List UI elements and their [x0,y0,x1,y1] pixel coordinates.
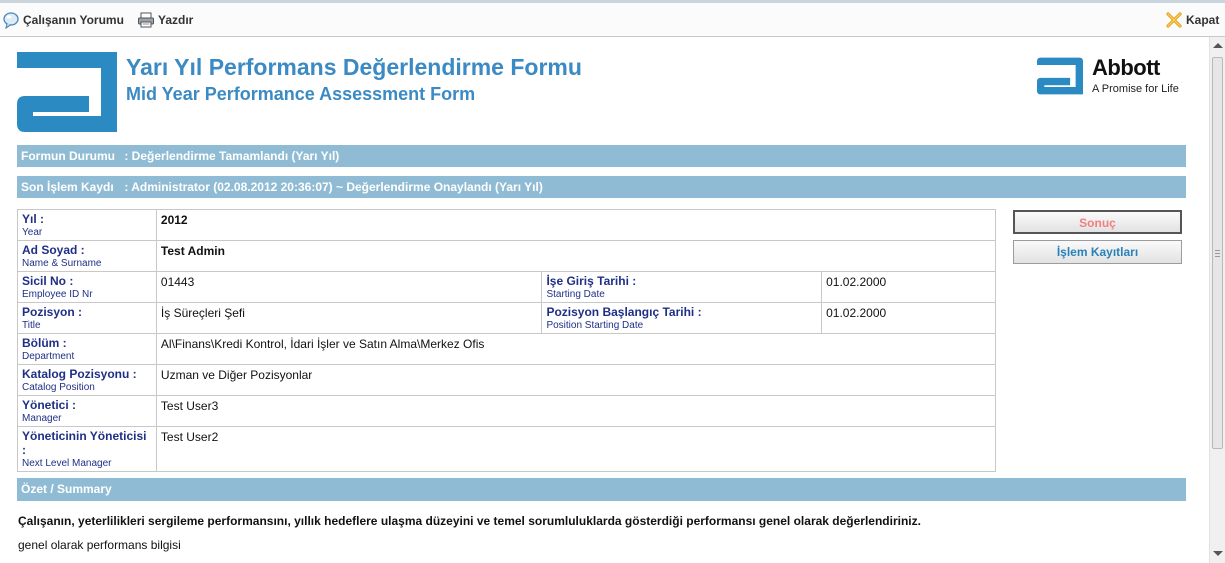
position-value-cell: İş Süreçleri Şefi [155,302,543,334]
brand-tagline: A Promise for Life [1092,83,1179,95]
catalog-position-label: Katalog Pozisyonu : [22,367,137,381]
year-value: 2012 [160,213,188,227]
department-value: Al\Finans\Kredi Kontrol, İdari İşler ve … [160,337,485,351]
scroll-down-arrow-icon[interactable] [1213,551,1223,556]
name-sublabel: Name & Surname [22,258,102,269]
summary-bar: Özet / Summary [17,478,1186,501]
employee-id-label: Sicil No : [22,274,74,288]
catalog-position-value: Uzman ve Diğer Pozisyonlar [160,368,313,382]
form-status-value: : Değerlendirme Tamamlandı (Yarı Yıl) [124,149,340,163]
form-status-label: Formun Durumu [21,149,115,163]
department-label: Bölüm : [22,336,67,350]
employee-id-sublabel: Employee ID Nr [22,289,93,300]
employee-id-value-cell: 01443 [155,271,543,303]
last-log-label: Son İşlem Kaydı [21,180,114,194]
table-row: Katalog Pozisyonu : Catalog Position Uzm… [17,364,997,396]
start-date-sublabel: Starting Date [546,289,605,300]
position-start-value: 01.02.2000 [826,306,887,320]
table-row: Yönetici : Manager Test User3 [17,395,997,427]
next-manager-value-cell: Test User2 [155,426,997,472]
name-value: Test Admin [160,244,225,258]
manager-label: Yönetici : [22,398,77,412]
manager-value-cell: Test User3 [155,395,997,427]
abbott-logo-large [17,52,117,132]
abbott-logo-small [1037,57,1083,95]
form-status-bar: Formun Durumu : Değerlendirme Tamamlandı… [17,145,1186,167]
next-manager-label: Yöneticinin Yöneticisi : [22,429,147,457]
brand-name: Abbott [1092,55,1160,80]
close-icon [1165,11,1183,29]
employee-comment-button[interactable]: Çalışanın Yorumu [2,9,124,31]
manager-sublabel: Manager [22,413,62,424]
table-row: Yıl : Year 2012 [17,209,997,241]
position-start-sublabel: Position Starting Date [546,320,644,331]
print-label: Yazdır [158,13,194,27]
name-label-cell: Ad Soyad : Name & Surname [17,240,157,272]
printer-icon [137,11,155,29]
vertical-scrollbar[interactable] [1209,37,1225,563]
position-value: İş Süreçleri Şefi [160,306,245,320]
name-value-cell: Test Admin [155,240,997,272]
page-title-tr: Yarı Yıl Performans Değerlendirme Formu [126,54,582,80]
table-row: Ad Soyad : Name & Surname Test Admin [17,240,997,272]
last-log-value: : Administrator (02.08.2012 20:36:07) ~ … [124,180,543,194]
next-manager-sublabel: Next Level Manager [22,458,112,469]
start-date-label: İşe Giriş Tarihi : [546,274,637,288]
top-toolbar: Çalışanın Yorumu Yazdır Kapat [0,0,1225,37]
summary-header: Özet / Summary [21,482,112,496]
manager-label-cell: Yönetici : Manager [17,395,157,427]
result-button[interactable]: Sonuç [1013,210,1182,234]
last-log-bar: Son İşlem Kaydı : Administrator (02.08.2… [17,176,1186,198]
position-label-cell: Pozisyon : Title [17,302,157,334]
close-button[interactable]: Kapat [1165,9,1219,31]
start-date-value: 01.02.2000 [826,275,887,289]
process-log-button[interactable]: İşlem Kayıtları [1013,240,1182,264]
comment-bubble-icon [2,11,20,30]
employee-info-table: Yıl : Year 2012 Ad Soyad : Name & Surnam… [17,209,997,472]
start-date-label-cell: İşe Giriş Tarihi : Starting Date [541,271,823,303]
page-title-en: Mid Year Performance Assessment Form [126,84,476,104]
start-date-value-cell: 01.02.2000 [821,271,996,303]
close-label: Kapat [1186,13,1220,27]
next-manager-label-cell: Yöneticinin Yöneticisi : Next Level Mana… [17,426,157,472]
year-label: Yıl : [22,212,45,226]
department-label-cell: Bölüm : Department [17,333,157,365]
summary-answer: genel olarak performans bilgisi [18,538,181,552]
position-start-label-cell: Pozisyon Başlangıç Tarihi : Position Sta… [541,302,823,334]
employee-comment-label: Çalışanın Yorumu [23,13,124,27]
employee-id-value: 01443 [160,275,195,289]
catalog-position-value-cell: Uzman ve Diğer Pozisyonlar [155,364,997,396]
table-row: Pozisyon : Title İş Süreçleri Şefi Pozis… [17,302,996,334]
scrollbar-thumb[interactable] [1212,57,1223,449]
position-label: Pozisyon : [22,305,83,319]
table-row: Yöneticinin Yöneticisi : Next Level Mana… [17,426,997,472]
next-manager-value: Test User2 [160,430,219,444]
department-sublabel: Department [22,351,75,362]
position-start-label: Pozisyon Başlangıç Tarihi : [546,305,702,319]
table-row: Sicil No : Employee ID Nr 01443 İşe Giri… [17,271,996,303]
year-sublabel: Year [22,227,43,238]
print-button[interactable]: Yazdır [137,9,193,31]
summary-question: Çalışanın, yeterlilikleri sergileme perf… [18,514,921,528]
department-value-cell: Al\Finans\Kredi Kontrol, İdari İşler ve … [155,333,997,365]
catalog-position-sublabel: Catalog Position [22,382,95,393]
catalog-position-label-cell: Katalog Pozisyonu : Catalog Position [17,364,157,396]
year-value-cell: 2012 [155,209,997,241]
scroll-up-arrow-icon[interactable] [1213,43,1223,48]
name-label: Ad Soyad : [22,243,85,257]
table-row: Bölüm : Department Al\Finans\Kredi Kontr… [17,333,997,365]
position-start-value-cell: 01.02.2000 [821,302,996,334]
position-sublabel: Title [22,320,41,331]
employee-id-label-cell: Sicil No : Employee ID Nr [17,271,157,303]
year-label-cell: Yıl : Year [17,209,157,241]
manager-value: Test User3 [160,399,219,413]
